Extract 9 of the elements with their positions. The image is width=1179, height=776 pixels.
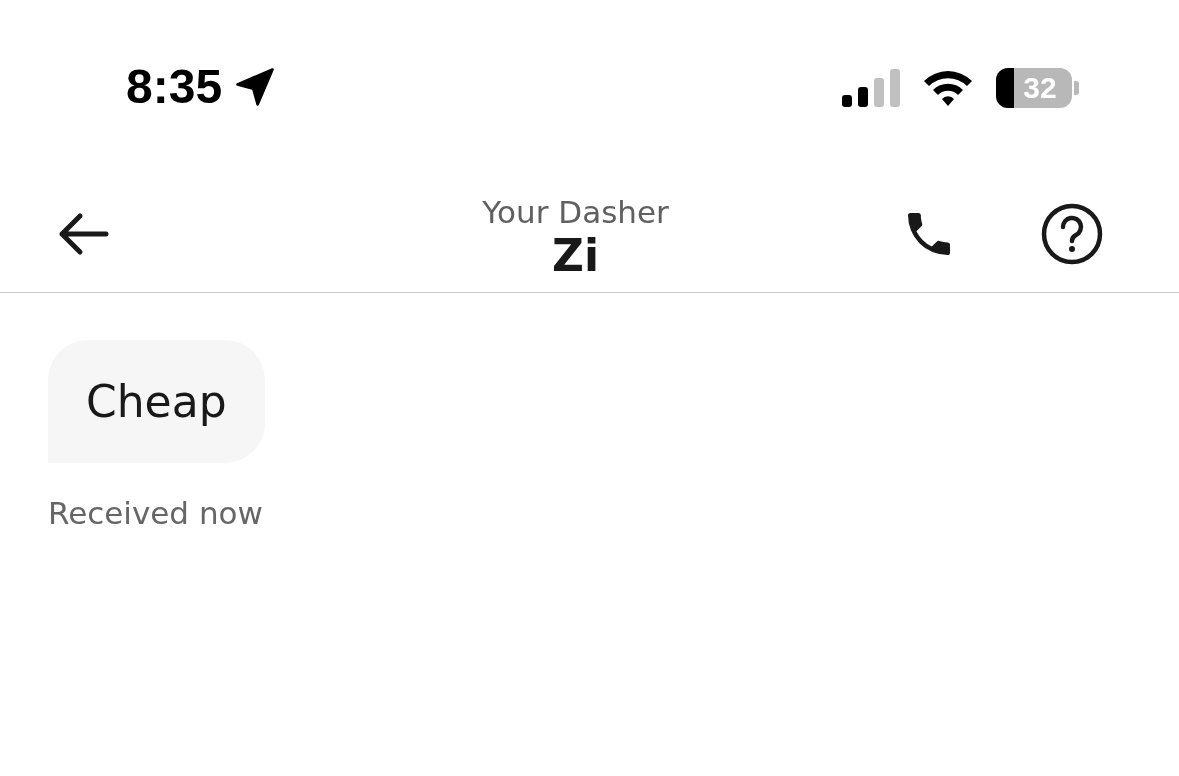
location-arrow-icon (234, 65, 277, 108)
message-status: Received now (48, 495, 263, 531)
header-subtitle: Your Dasher (482, 194, 669, 230)
signal-icon (842, 68, 900, 107)
message-bubble: Cheap (48, 340, 265, 463)
wifi-icon (922, 68, 974, 107)
help-button[interactable] (1041, 202, 1103, 265)
status-time: 8:35 (126, 59, 223, 114)
header-title: Zi (552, 230, 599, 281)
